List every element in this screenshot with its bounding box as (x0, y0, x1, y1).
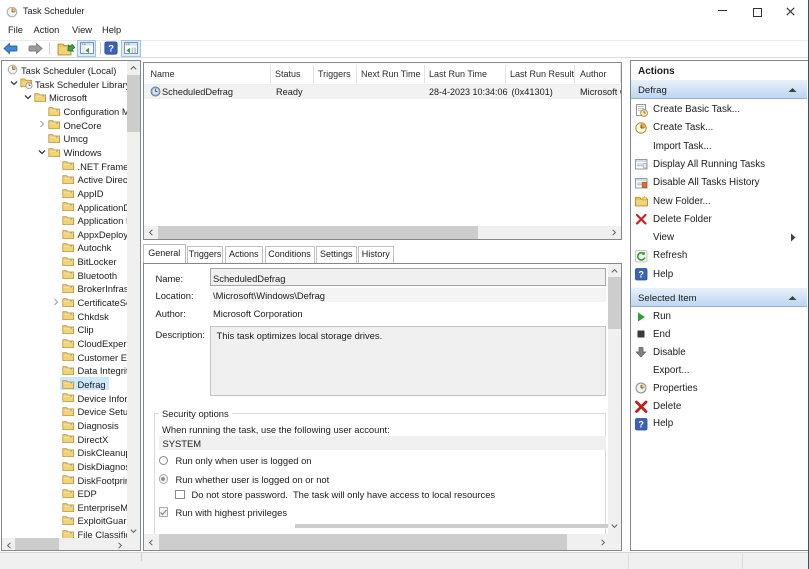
svg-text:?: ? (638, 419, 644, 429)
svg-text:?: ? (638, 270, 644, 280)
